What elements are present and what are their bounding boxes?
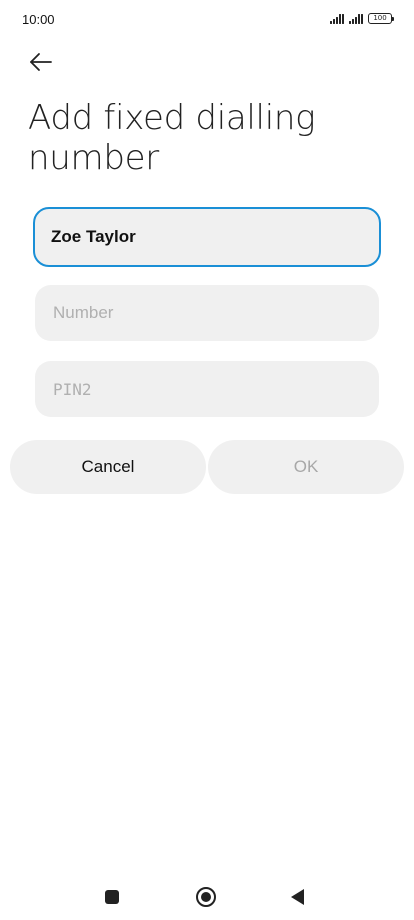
ok-button[interactable]: OK [208,440,404,494]
square-icon [105,890,119,904]
recents-button[interactable] [97,882,127,912]
status-bar: 10:00 100 [0,0,414,40]
screen: 10:00 100 Add fixed dialling number Canc… [0,0,414,920]
name-input[interactable] [51,227,363,247]
cancel-button[interactable]: Cancel [10,440,206,494]
arrow-left-icon [30,53,52,71]
status-icons: 100 [330,13,394,24]
battery-level: 100 [373,14,387,22]
page-title: Add fixed dialling number [28,98,316,178]
home-button[interactable] [191,882,221,912]
name-field[interactable] [33,207,381,267]
number-input[interactable] [53,303,361,323]
back-nav-button[interactable] [283,882,313,912]
triangle-back-icon [291,889,304,905]
navigation-bar [0,876,414,920]
back-button[interactable] [26,48,56,76]
pin2-input[interactable] [53,379,361,399]
signal-icon [330,13,344,24]
pin2-field[interactable] [35,361,379,417]
number-field[interactable] [35,285,379,341]
signal-icon [349,13,363,24]
circle-home-icon [196,887,216,907]
battery-icon: 100 [368,13,394,24]
status-time: 10:00 [22,12,55,27]
